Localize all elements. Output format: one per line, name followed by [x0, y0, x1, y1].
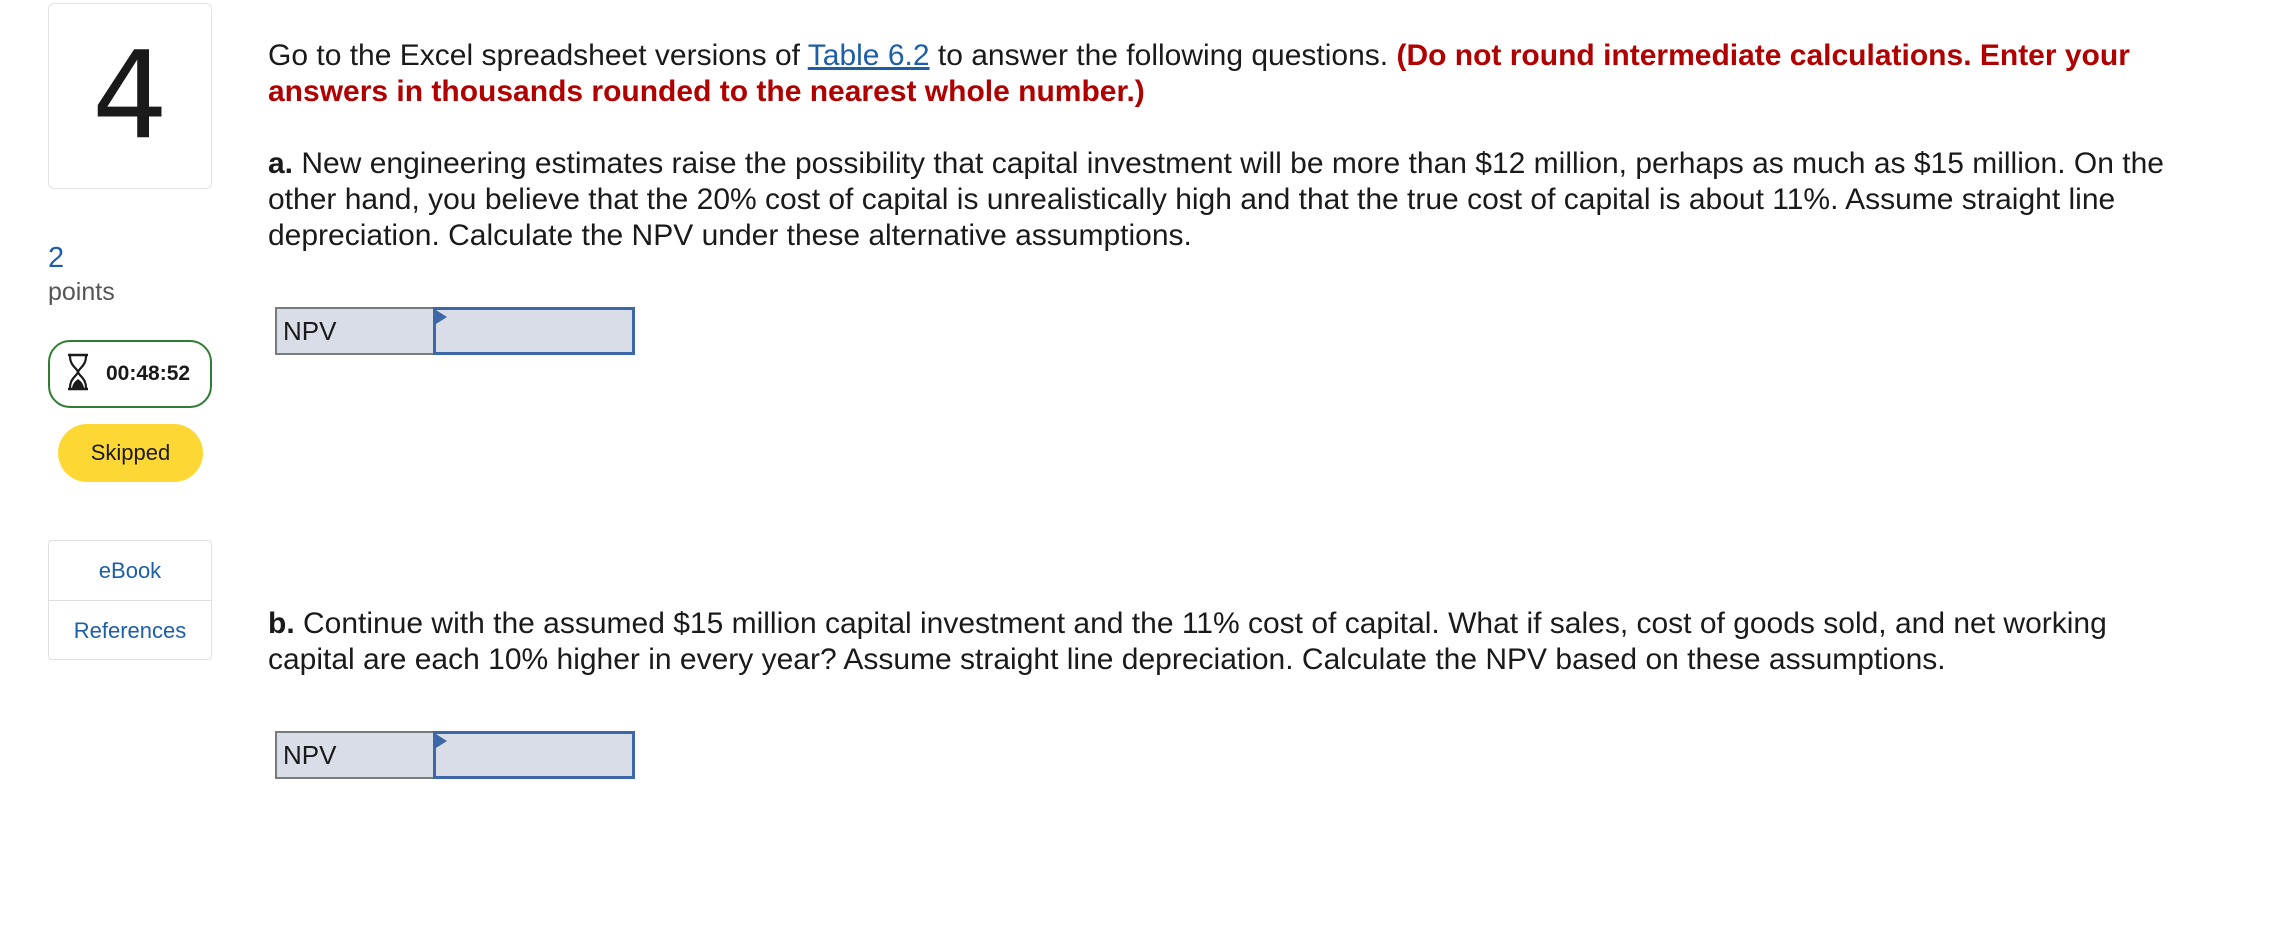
instructions: Go to the Excel spreadsheet versions of … — [268, 38, 2168, 110]
part-b-answer-row: NPV — [275, 731, 635, 779]
timer-text: 00:48:52 — [106, 362, 191, 385]
part-b-letter: b. — [268, 607, 295, 640]
points-label: points — [48, 278, 115, 306]
ebook-link[interactable]: eBook — [49, 541, 211, 600]
table-link[interactable]: Table 6.2 — [808, 39, 930, 72]
status-badge: Skipped — [58, 424, 203, 482]
instructions-prefix: Go to the Excel spreadsheet versions of — [268, 39, 808, 72]
hourglass-icon — [64, 352, 92, 397]
timer: 00:48:52 — [48, 340, 212, 408]
flag-icon — [436, 734, 447, 748]
points-value: 2 — [48, 242, 65, 274]
part-b-text: Continue with the assumed $15 million ca… — [268, 607, 2107, 676]
part-a-letter: a. — [268, 147, 294, 180]
instructions-middle: to answer the following questions. — [929, 39, 1397, 72]
part-b-question: b. Continue with the assumed $15 million… — [268, 606, 2168, 678]
resources-panel: eBook References — [48, 540, 212, 660]
references-link[interactable]: References — [49, 600, 211, 660]
part-b-answer-label: NPV — [275, 731, 433, 779]
part-a-answer-row: NPV — [275, 307, 635, 355]
flag-icon — [436, 310, 447, 324]
question-number: 4 — [48, 3, 212, 189]
part-a-text: New engineering estimates raise the poss… — [268, 147, 2164, 252]
part-b-npv-input[interactable] — [433, 731, 635, 779]
part-a-answer-label: NPV — [275, 307, 433, 355]
part-a-question: a. New engineering estimates raise the p… — [268, 146, 2168, 254]
part-a-npv-input[interactable] — [433, 307, 635, 355]
